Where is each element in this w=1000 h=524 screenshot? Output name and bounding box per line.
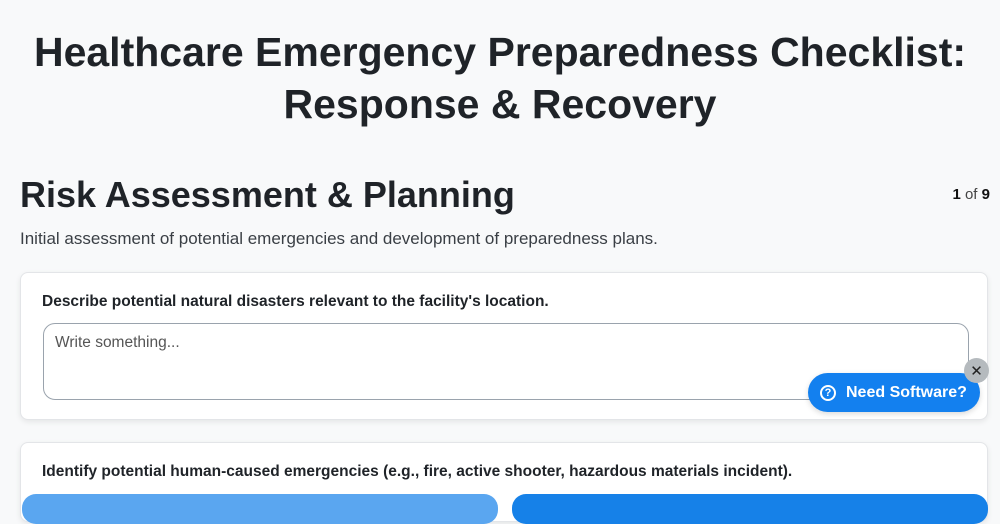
help-circle-icon: ? bbox=[820, 384, 836, 401]
page-current: 1 bbox=[952, 186, 961, 203]
document-title: Healthcare Emergency Preparedness Checkl… bbox=[33, 29, 967, 127]
close-icon[interactable]: ✕ bbox=[964, 358, 989, 383]
section-description: Initial assessment of potential emergenc… bbox=[20, 229, 658, 248]
page-total: 9 bbox=[981, 186, 990, 203]
need-software-label: Need Software? bbox=[846, 383, 967, 401]
page-counter: 1 of 9 bbox=[952, 186, 990, 203]
page-of: of bbox=[964, 186, 978, 203]
need-software-button[interactable]: ? Need Software? bbox=[808, 373, 980, 412]
next-button[interactable] bbox=[512, 494, 988, 524]
section-title: Risk Assessment & Planning bbox=[20, 174, 515, 215]
previous-button[interactable] bbox=[22, 494, 498, 524]
question-label: Describe potential natural disasters rel… bbox=[42, 293, 549, 310]
question-label: Identify potential human-caused emergenc… bbox=[42, 463, 793, 480]
